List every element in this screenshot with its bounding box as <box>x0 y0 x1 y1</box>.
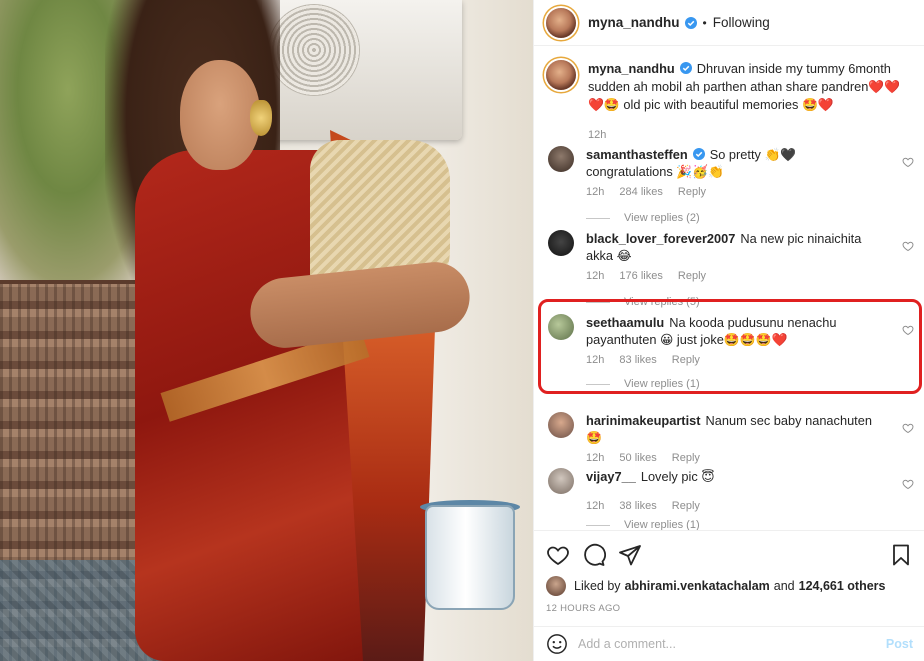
comment-likes[interactable]: 50 likes <box>619 452 656 464</box>
verified-badge-icon <box>679 62 692 74</box>
action-bar: Liked by abhirami.venkatachalam and 124,… <box>534 530 924 640</box>
post-comment-button[interactable]: Post <box>886 637 913 651</box>
liked-by-connector: and <box>773 579 795 593</box>
verified-badge-icon <box>692 148 705 160</box>
share-icon[interactable] <box>618 543 642 567</box>
commenter-username[interactable]: black_lover_forever2007 <box>586 231 735 246</box>
view-replies-label[interactable]: View replies (1) <box>624 520 700 530</box>
comment-item: vijay7__ Lovely pic 😇 12h 38 likes Reply … <box>548 468 918 530</box>
view-replies-label[interactable]: View replies (2) <box>624 212 700 224</box>
comment-input[interactable]: Add a comment... <box>578 637 886 651</box>
follow-status[interactable]: Following <box>713 15 770 30</box>
post-caption: myna_nandhu Dhruvan inside my tummy 6mon… <box>546 60 914 144</box>
caption-avatar[interactable] <box>546 60 576 90</box>
commenter-avatar[interactable] <box>548 230 574 256</box>
caption-time[interactable]: 12h <box>588 126 913 144</box>
liker-avatar[interactable] <box>546 576 566 596</box>
comment-meta: 12h 50 likes Reply <box>586 452 918 464</box>
view-replies[interactable]: View replies (2) <box>586 212 918 224</box>
comment-text-wrap: harinimakeupartist Nanum sec baby nanachu… <box>586 412 886 446</box>
comment-text-wrap: black_lover_forever2007 Na new pic ninaic… <box>586 230 886 264</box>
comment-meta: 12h 284 likes Reply <box>586 186 918 198</box>
reply-button[interactable]: Reply <box>678 186 706 198</box>
commenter-avatar[interactable] <box>548 468 574 494</box>
comment-meta: 12h 176 likes Reply <box>586 270 918 282</box>
comment-time[interactable]: 12h <box>586 186 604 198</box>
comment-time[interactable]: 12h <box>586 270 604 282</box>
comment-text-wrap: samanthasteffen So pretty 👏🖤 congratulat… <box>586 146 886 180</box>
post-photo[interactable] <box>0 0 533 661</box>
liked-by: Liked by abhirami.venkatachalam and 124,… <box>546 576 890 596</box>
author-avatar[interactable] <box>546 7 576 38</box>
post-panel: myna_nandhu • Following myna_nandhu Dhru… <box>533 0 924 661</box>
photo-bucket <box>425 505 515 610</box>
comment-text: Lovely pic 😇 <box>640 469 715 484</box>
comment-like-heart-icon[interactable] <box>902 422 914 434</box>
replies-line <box>586 217 610 219</box>
comment-like-heart-icon[interactable] <box>902 156 914 168</box>
photo-fan <box>268 4 360 96</box>
heart-icon[interactable] <box>546 543 570 567</box>
comment-item: samanthasteffen So pretty 👏🖤 congratulat… <box>548 146 918 224</box>
post-header: myna_nandhu • Following <box>534 0 924 46</box>
comment-meta: 12h 38 likes Reply <box>586 500 918 512</box>
reply-button[interactable]: Reply <box>672 500 700 512</box>
comment-icon[interactable] <box>582 543 606 567</box>
comment-text-wrap: vijay7__ Lovely pic 😇 <box>586 468 886 494</box>
bookmark-icon[interactable] <box>889 543 913 567</box>
commenter-username[interactable]: vijay7__ <box>586 469 636 484</box>
header-separator: • <box>702 15 707 30</box>
comment-like-heart-icon[interactable] <box>902 240 914 252</box>
photo-earring <box>250 100 272 136</box>
commenter-avatar[interactable] <box>548 412 574 438</box>
commenter-username[interactable]: harinimakeupartist <box>586 413 701 428</box>
caption-username[interactable]: myna_nandhu <box>588 61 675 76</box>
comment-like-heart-icon[interactable] <box>902 478 914 490</box>
likes-count[interactable]: 124,661 others <box>799 579 886 593</box>
emoji-icon[interactable] <box>546 633 568 655</box>
reply-button[interactable]: Reply <box>678 270 706 282</box>
author-username[interactable]: myna_nandhu <box>588 15 680 30</box>
liker-username[interactable]: abhirami.venkatachalam <box>625 579 770 593</box>
add-comment-bar: Add a comment... Post <box>534 626 924 661</box>
liked-by-prefix: Liked by <box>574 579 621 593</box>
action-icons <box>546 543 642 567</box>
verified-badge-icon <box>684 16 697 29</box>
post-time-ago[interactable]: 12 HOURS AGO <box>546 603 620 614</box>
replies-line <box>586 524 610 526</box>
comment-likes[interactable]: 38 likes <box>619 500 656 512</box>
reply-button[interactable]: Reply <box>672 452 700 464</box>
view-replies[interactable]: View replies (1) <box>586 520 918 530</box>
comment-time[interactable]: 12h <box>586 452 604 464</box>
comment-item: black_lover_forever2007 Na new pic ninaic… <box>548 230 918 308</box>
commenter-avatar[interactable] <box>548 146 574 172</box>
comment-likes[interactable]: 284 likes <box>619 186 662 198</box>
caption-body: myna_nandhu Dhruvan inside my tummy 6mon… <box>588 60 913 144</box>
commenter-username[interactable]: samanthasteffen <box>586 147 688 162</box>
comment-time[interactable]: 12h <box>586 500 604 512</box>
comment-item: harinimakeupartist Nanum sec baby nanachu… <box>548 412 918 464</box>
comment-likes[interactable]: 176 likes <box>619 270 662 282</box>
highlight-box <box>538 299 922 394</box>
photo-face <box>180 60 260 170</box>
